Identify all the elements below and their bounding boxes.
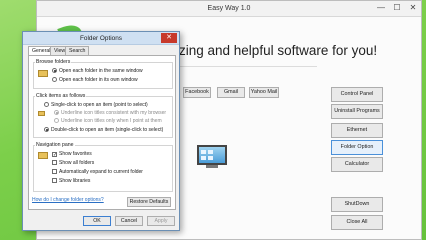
navigation-pane-label: Navigation pane bbox=[35, 142, 75, 148]
screen-tile bbox=[201, 156, 206, 160]
screen-tile bbox=[208, 156, 213, 160]
underline-browser-label: Underline icon titles consistent with my… bbox=[61, 110, 167, 116]
show-all-folders-option[interactable]: Show all folders bbox=[52, 160, 94, 166]
underline-browser-option[interactable]: Underline icon titles consistent with my… bbox=[54, 110, 166, 116]
show-favorites-label: Show favorites bbox=[59, 151, 92, 157]
auto-expand-option[interactable]: Automatically expand to current folder bbox=[52, 169, 143, 175]
show-favorites-checkbox[interactable]: ✓ bbox=[52, 152, 57, 158]
double-click-label: Double-click to open an item (single-cli… bbox=[51, 127, 164, 133]
gmail-button[interactable]: Gmail bbox=[217, 87, 245, 98]
folder-options-dialog: Folder Options ✕ General View Search Bro… bbox=[22, 31, 180, 231]
ethernet-button[interactable]: Ethernet bbox=[331, 123, 383, 138]
control-panel-button[interactable]: Control Panel bbox=[331, 87, 383, 102]
monitor-screen bbox=[197, 145, 227, 165]
apply-button[interactable]: Apply bbox=[147, 216, 175, 226]
calculator-button[interactable]: Calculator bbox=[331, 157, 383, 172]
cancel-button[interactable]: Cancel bbox=[115, 216, 143, 226]
own-window-label: Open each folder in its own window bbox=[59, 77, 138, 83]
headline: zing and helpful software for you! bbox=[179, 43, 378, 58]
pointer-icon bbox=[38, 111, 45, 116]
underline-point-option[interactable]: Underline icon titles only when I point … bbox=[54, 118, 162, 124]
folder-options-titlebar: Folder Options ✕ bbox=[23, 32, 179, 45]
own-window-option[interactable]: Open each folder in its own window bbox=[52, 77, 138, 83]
minimize-icon[interactable]: — bbox=[375, 3, 387, 12]
show-libraries-option[interactable]: Show libraries bbox=[52, 178, 90, 184]
restore-defaults-button[interactable]: Restore Defaults bbox=[127, 197, 171, 207]
uninstall-programs-button[interactable]: Uninstall Programs bbox=[331, 104, 383, 119]
facebook-button[interactable]: Facebook bbox=[183, 87, 211, 98]
auto-expand-checkbox[interactable] bbox=[52, 169, 57, 174]
shutdown-button[interactable]: ShutDown bbox=[331, 197, 383, 212]
auto-expand-label: Automatically expand to current folder bbox=[59, 169, 143, 175]
ok-button[interactable]: OK bbox=[83, 216, 111, 226]
folder-option-button[interactable]: Folder Option bbox=[331, 140, 383, 155]
same-window-label: Open each folder in the same window bbox=[59, 68, 143, 74]
browse-folders-group: Browse folders Open each folder in the s… bbox=[33, 59, 173, 89]
click-items-group: Click items as follows Single-click to o… bbox=[33, 93, 173, 138]
own-window-radio[interactable] bbox=[52, 77, 57, 82]
maximize-icon[interactable]: ☐ bbox=[391, 3, 403, 12]
tab-search[interactable]: Search bbox=[65, 46, 90, 55]
show-all-folders-checkbox[interactable] bbox=[52, 160, 57, 165]
help-link[interactable]: How do I change folder options? bbox=[32, 197, 104, 203]
underline-point-radio[interactable] bbox=[54, 118, 59, 123]
navigation-pane-group: Navigation pane ✓ Show favorites Show all… bbox=[33, 142, 173, 192]
folder-icon bbox=[38, 70, 48, 77]
show-libraries-label: Show libraries bbox=[59, 178, 91, 184]
underline-browser-radio[interactable] bbox=[54, 110, 59, 115]
underline-point-label: Underline icon titles only when I point … bbox=[61, 118, 162, 124]
double-click-radio[interactable] bbox=[44, 127, 49, 132]
single-click-label: Single-click to open an item (point to s… bbox=[51, 102, 148, 108]
navigation-pane-icon bbox=[38, 152, 48, 159]
close-icon[interactable]: ✕ bbox=[407, 3, 419, 12]
double-click-option[interactable]: Double-click to open an item (single-cli… bbox=[44, 127, 163, 133]
screen-tile bbox=[208, 150, 213, 154]
show-libraries-checkbox[interactable] bbox=[52, 178, 57, 183]
monitor-stand bbox=[206, 165, 218, 168]
show-favorites-option[interactable]: ✓ Show favorites bbox=[52, 151, 92, 158]
click-items-label: Click items as follows bbox=[35, 93, 87, 99]
same-window-radio[interactable] bbox=[52, 68, 57, 73]
easy-way-titlebar: Easy Way 1.0 — ☐ ✕ bbox=[37, 1, 421, 17]
monitor-icon bbox=[197, 145, 231, 171]
close-all-button[interactable]: Close All bbox=[331, 215, 383, 230]
headline-divider bbox=[177, 66, 317, 67]
show-all-folders-label: Show all folders bbox=[59, 160, 95, 166]
same-window-option[interactable]: Open each folder in the same window bbox=[52, 68, 143, 74]
screen-tile bbox=[201, 150, 206, 154]
close-icon[interactable]: ✕ bbox=[161, 33, 177, 43]
browse-folders-label: Browse folders bbox=[35, 59, 72, 65]
single-click-radio[interactable] bbox=[44, 102, 49, 107]
single-click-option[interactable]: Single-click to open an item (point to s… bbox=[44, 102, 148, 108]
folder-options-title: Folder Options bbox=[80, 35, 122, 42]
easy-way-title: Easy Way 1.0 bbox=[207, 5, 251, 12]
yahoo-mail-button[interactable]: Yahoo Mail bbox=[249, 87, 279, 98]
general-panel: Browse folders Open each folder in the s… bbox=[28, 55, 176, 210]
